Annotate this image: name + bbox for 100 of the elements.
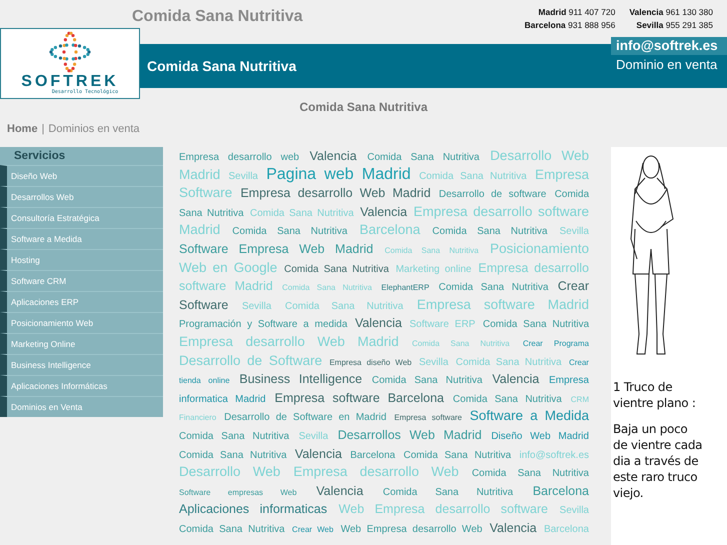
tag-link[interactable]: info@softrek.es xyxy=(519,450,589,460)
tag-link[interactable]: Sevilla xyxy=(560,226,589,238)
tag-link[interactable]: Empresa desarrollo xyxy=(478,260,590,275)
tag-link[interactable]: Barcelona xyxy=(544,524,589,535)
tag-link[interactable]: Comida Sana Nutritiva xyxy=(179,430,290,442)
tag-link[interactable]: Comida Sana Nutritiva xyxy=(179,450,287,460)
tag-link[interactable]: Valencia xyxy=(492,372,540,386)
sidebar-item[interactable]: Aplicaciones ERP xyxy=(0,291,163,312)
tag-link[interactable]: Comida Sana Nutritiva xyxy=(452,394,562,405)
tag-link[interactable]: Comida Sana Nutritiva xyxy=(232,226,348,238)
tag-link[interactable]: Comida Sana Nutritiva xyxy=(438,282,548,294)
tag-link[interactable]: Comida Sana Nutritiva xyxy=(372,375,482,386)
tag-link[interactable]: informatica Madrid xyxy=(179,394,266,405)
tag-link[interactable]: Crear Programa xyxy=(522,338,589,348)
tag-link[interactable]: Barcelona xyxy=(350,450,396,460)
tag-link[interactable]: Desarrollo Web xyxy=(179,464,280,480)
tag-link[interactable]: Comida Sana Nutritiva xyxy=(179,524,285,535)
tag-link[interactable]: Software Empresa Web Madrid xyxy=(179,242,374,256)
tag-link[interactable]: ElephantERP xyxy=(381,283,430,292)
tag-link[interactable]: Software a Medida xyxy=(470,408,589,424)
tag-link[interactable]: Crear xyxy=(558,279,589,294)
tag-link[interactable]: Madrid xyxy=(179,166,220,182)
tag-link[interactable]: Comida Sana Nutritiva xyxy=(382,486,514,498)
tag-link[interactable]: Comida Sana Nutritiva xyxy=(367,152,480,163)
tag-link[interactable]: Comida Sana Nutritiva xyxy=(482,319,590,330)
tag-link[interactable]: Marketing online xyxy=(396,264,472,275)
tag-link[interactable]: Desarrollo Web xyxy=(490,148,589,163)
tag-link[interactable]: Barcelona xyxy=(359,222,420,238)
sidebar-item[interactable]: Marketing Online xyxy=(0,333,163,354)
sidebar-item[interactable]: Aplicaciones Informáticas xyxy=(0,375,163,396)
tag-link[interactable]: Web en Google xyxy=(179,260,278,275)
tag-link[interactable]: Madrid xyxy=(179,222,220,238)
tag-link[interactable]: Comida Sana Nutritiva xyxy=(250,208,354,219)
tag-link[interactable]: Empresa software Barcelona xyxy=(274,390,444,405)
tag-link[interactable]: software Madrid xyxy=(179,279,273,294)
tag-link[interactable]: Sana Nutritiva xyxy=(179,208,244,219)
tag-link[interactable]: Empresa diseño Web xyxy=(329,358,412,367)
tag-link[interactable]: Comida Sana Nutritiva xyxy=(403,450,512,460)
tag-link[interactable]: Empresa xyxy=(548,375,589,386)
tag-link[interactable]: Desarrollos Web Madrid xyxy=(338,428,482,442)
tag-link[interactable]: Sevilla xyxy=(560,505,589,516)
tag-link[interactable]: Sevilla xyxy=(298,430,328,442)
tag-link[interactable]: Posicionamiento xyxy=(490,240,589,256)
sidebar-item[interactable]: Software a Medida xyxy=(0,228,163,249)
tag-link[interactable]: Valencia xyxy=(316,484,364,498)
tag-link[interactable]: Empresa desarrollo Web Madrid xyxy=(179,334,399,349)
tag-link[interactable]: Financiero xyxy=(179,413,216,422)
tag-link[interactable]: Business Intelligence xyxy=(239,372,362,386)
tag-link[interactable]: Sevilla xyxy=(418,356,448,368)
tag-link[interactable]: Comida Sana Nutritiva xyxy=(282,283,372,292)
sidebar-item[interactable]: Posicionamiento Web xyxy=(0,312,163,333)
tag-link[interactable]: Empresa desarrollo Web Madrid xyxy=(240,186,431,200)
sidebar-item[interactable]: Consultoría Estratégica xyxy=(0,207,163,228)
tag-link[interactable]: Aplicaciones informaticas xyxy=(179,502,328,516)
tag-link[interactable]: Comida Sana Nutritiva xyxy=(285,300,404,312)
tag-link[interactable]: tienda online xyxy=(179,376,230,386)
tag-link[interactable]: Desarrollo de Software en Madrid xyxy=(224,412,386,424)
tag-link[interactable]: Empresa desarrollo Web xyxy=(293,464,459,480)
tag-link[interactable]: Software xyxy=(179,298,228,312)
tag-link[interactable]: Comida Sana Nutritiva xyxy=(432,226,548,238)
sidebar-item[interactable]: Software CRM xyxy=(0,270,163,291)
tag-link[interactable]: Empresa software Madrid xyxy=(416,296,590,312)
tag-link[interactable]: CRM xyxy=(570,394,589,404)
sidebar-item[interactable]: Diseño Web xyxy=(0,165,163,186)
tag-link[interactable]: Sevilla xyxy=(242,300,272,312)
tag-link[interactable]: Comida Sana Nutritiva xyxy=(419,170,527,182)
tag-link[interactable]: Valencia xyxy=(294,446,342,460)
tag-link[interactable]: Comida Sana Nutritiva xyxy=(472,468,589,480)
tag-link[interactable]: Programación y Software a medida xyxy=(179,319,348,330)
breadcrumb-link[interactable]: Home xyxy=(7,123,38,139)
tag-link[interactable]: Comida Sana Nutritiva xyxy=(456,356,562,368)
tag-link[interactable]: Comida Sana Nutritiva xyxy=(384,246,479,255)
tag-link[interactable]: Software ERP xyxy=(409,319,476,330)
tag-link[interactable]: Software empresas Web xyxy=(179,488,297,497)
tag-link[interactable]: Empresa desarrollo web xyxy=(179,152,300,163)
sidebar-item[interactable]: Dominios en Venta xyxy=(0,396,163,417)
tag-link[interactable]: Barcelona xyxy=(532,484,589,498)
tag-link[interactable]: Valencia xyxy=(310,149,357,163)
tag-link[interactable]: Comida Sana Nutritiva xyxy=(284,264,389,275)
tag-link[interactable]: Valencia xyxy=(490,520,537,535)
tag-link[interactable]: Pagina web Madrid xyxy=(266,166,411,183)
sidebar-item[interactable]: Desarrollos Web xyxy=(0,186,163,207)
tag-link[interactable]: Comida Sana Nutritiva xyxy=(412,338,510,348)
email-link[interactable]: info@softrek.es xyxy=(611,37,727,55)
tag-link[interactable]: Web Empresa desarrollo Web xyxy=(340,524,482,535)
tag-link[interactable]: Diseño Web Madrid xyxy=(491,430,589,442)
sidebar-item[interactable]: Hosting xyxy=(0,249,163,270)
tag-link[interactable]: Software xyxy=(179,185,232,200)
tag-link[interactable]: Crear xyxy=(568,358,589,367)
tag-link[interactable]: Desarrollo de software xyxy=(438,189,546,200)
tag-link[interactable]: Empresa xyxy=(534,166,589,182)
tag-link[interactable]: Comida xyxy=(554,189,590,200)
tag-link[interactable]: Valencia xyxy=(360,204,408,219)
tag-link[interactable]: Desarrollo de Software xyxy=(179,352,322,368)
tag-link[interactable]: Empresa desarrollo software xyxy=(413,204,589,219)
tag-link[interactable]: Crear Web xyxy=(292,524,334,534)
tag-link[interactable]: Empresa software xyxy=(394,413,462,422)
sidebar-item[interactable]: Business Intelligence xyxy=(0,354,163,375)
tag-link[interactable]: Sevilla xyxy=(228,170,258,182)
tag-link[interactable]: Web Empresa desarrollo software xyxy=(338,502,548,516)
